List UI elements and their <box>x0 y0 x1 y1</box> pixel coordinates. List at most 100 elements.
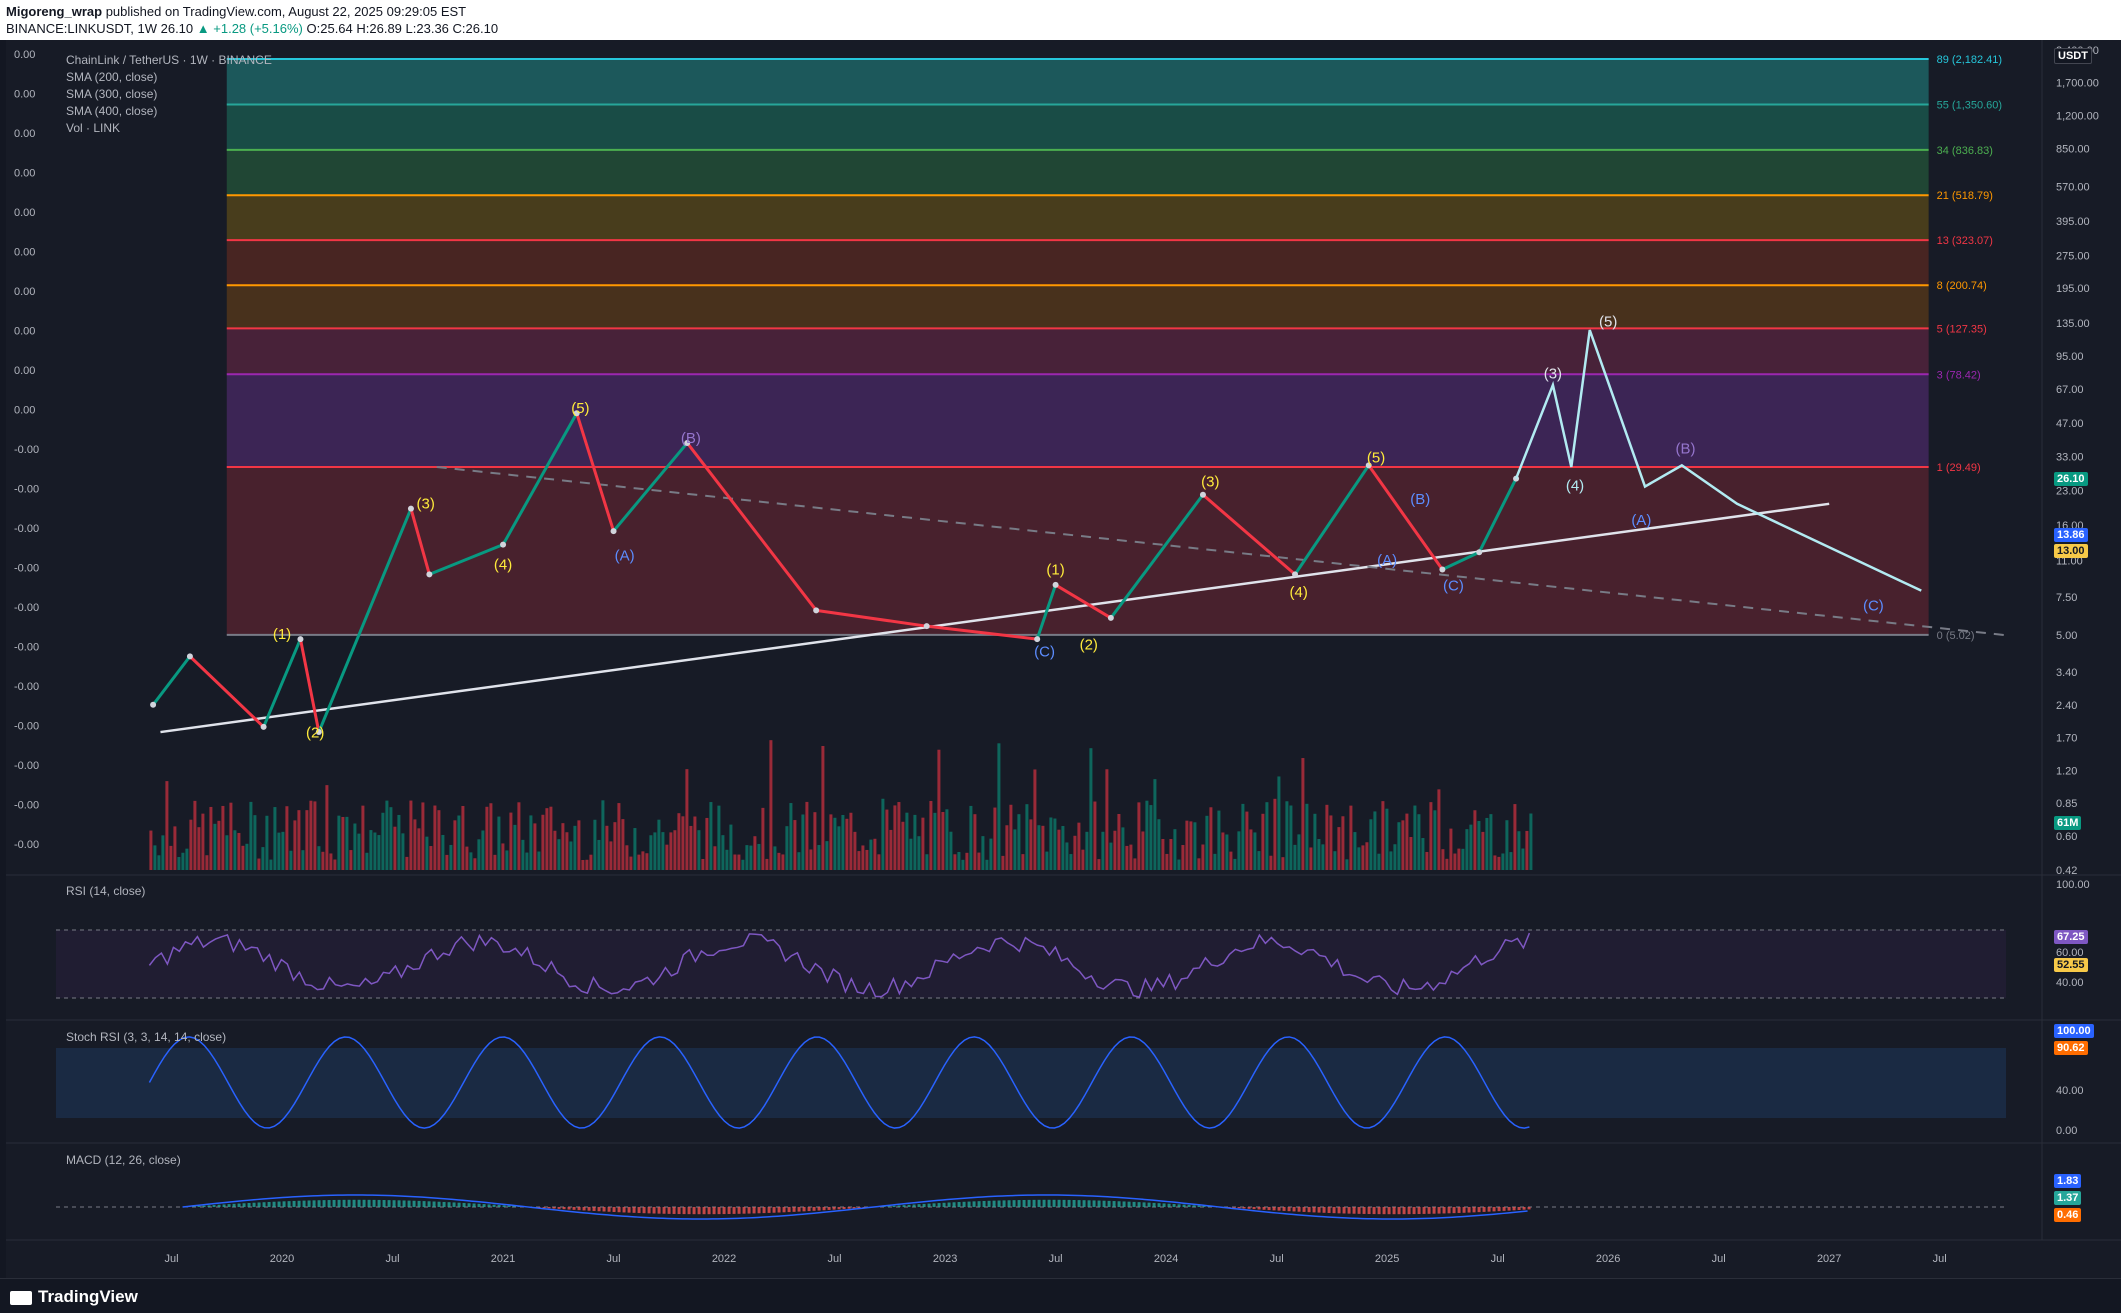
volume-bar <box>345 817 348 870</box>
author-name[interactable]: Migoreng_wrap <box>6 4 102 19</box>
volume-bar <box>1269 856 1272 870</box>
macd-hist-bar <box>198 1206 201 1207</box>
macd-hist-bar <box>1143 1202 1146 1207</box>
legend-volume[interactable]: Vol · LINK <box>66 120 272 137</box>
wave-label: (3) <box>1544 366 1562 383</box>
volume-bar <box>1197 858 1200 870</box>
macd-hist-bar <box>893 1206 896 1207</box>
price-tick: 395.00 <box>2056 216 2090 228</box>
price-point <box>1053 582 1059 588</box>
volume-bar <box>1377 854 1380 870</box>
currency-label[interactable]: USDT <box>2054 48 2092 64</box>
wave-label: (C) <box>1034 643 1055 660</box>
volume-bar <box>373 832 376 870</box>
volume-bar <box>801 814 804 870</box>
macd-pane-title[interactable]: MACD (12, 26, close) <box>66 1153 181 1167</box>
macd-hist-bar <box>698 1207 701 1214</box>
volume-bar <box>429 846 432 870</box>
footer-bar: TradingView <box>0 1278 2121 1313</box>
macd-hist-bar <box>1483 1207 1486 1212</box>
macd-hist-bar <box>1478 1207 1481 1212</box>
price-change: ▲ +1.28 (+5.16%) <box>197 21 303 36</box>
macd-hist-bar <box>1418 1207 1421 1214</box>
volume-bar <box>781 854 784 870</box>
macd-hist-bar <box>473 1204 476 1207</box>
macd-hist-bar <box>1443 1207 1446 1213</box>
macd-hist-bar <box>1073 1200 1076 1207</box>
volume-bar <box>1301 758 1304 870</box>
chart-area[interactable]: 89 (2,182.41)55 (1,350.60)34 (836.83)21 … <box>6 40 2121 1278</box>
volume-bar <box>1021 854 1024 870</box>
volume-bar <box>1497 857 1500 870</box>
rsi-tick: 40.00 <box>2056 977 2084 989</box>
wave-label: (1) <box>1046 561 1064 578</box>
volume-bar <box>197 827 200 870</box>
time-tick: 2022 <box>712 1253 736 1265</box>
macd-hist-bar <box>963 1202 966 1207</box>
macd-hist-bar <box>1283 1207 1286 1211</box>
volume-bar <box>1521 849 1524 870</box>
macd-hist-bar <box>1388 1207 1391 1214</box>
volume-bar <box>1221 832 1224 870</box>
legend-sma400[interactable]: SMA (400, close) <box>66 103 272 120</box>
volume-bar <box>933 813 936 870</box>
price-tick: 3.40 <box>2056 667 2077 679</box>
volume-bar <box>1305 804 1308 870</box>
macd-hist-bar <box>653 1207 656 1214</box>
macd-hist-bar <box>1028 1200 1031 1207</box>
macd-hist-bar <box>1198 1206 1201 1207</box>
rsi-ma-tag: 52.55 <box>2054 958 2088 972</box>
volume-bar <box>1445 859 1448 870</box>
volume-bar <box>301 850 304 870</box>
macd-hist-bar <box>283 1201 286 1207</box>
macd-hist-bar <box>1123 1201 1126 1207</box>
macd-hist-bar <box>413 1201 416 1207</box>
macd-hist-bar <box>1343 1207 1346 1213</box>
macd-hist-bar <box>833 1207 836 1210</box>
macd-hist-bar <box>353 1200 356 1207</box>
volume-bar <box>765 859 768 870</box>
macd-hist-bar <box>773 1207 776 1213</box>
price-point <box>1292 571 1298 577</box>
volume-bar <box>1101 832 1104 870</box>
macd-hist-bar <box>1053 1200 1056 1207</box>
volume-bar <box>709 802 712 870</box>
time-tick: 2020 <box>270 1253 294 1265</box>
chart-legend: ChainLink / TetherUS · 1W · BINANCE SMA … <box>66 52 272 137</box>
macd-hist-bar <box>333 1200 336 1207</box>
tradingview-logo[interactable]: TradingView <box>10 1287 138 1307</box>
volume-bar <box>1341 816 1344 870</box>
macd-hist-bar <box>628 1207 631 1213</box>
volume-bar <box>1285 801 1288 870</box>
macd-hist-bar <box>508 1206 511 1207</box>
macd-hist-bar <box>703 1207 706 1214</box>
legend-sma200[interactable]: SMA (200, close) <box>66 69 272 86</box>
macd-hist-bar <box>573 1207 576 1210</box>
chart-svg[interactable]: 89 (2,182.41)55 (1,350.60)34 (836.83)21 … <box>6 40 2121 1278</box>
volume-bar <box>577 820 580 870</box>
volume-bar <box>1493 855 1496 870</box>
macd-hist-bar <box>1248 1207 1251 1209</box>
macd-hist-bar <box>798 1207 801 1212</box>
stoch-pane-title[interactable]: Stoch RSI (3, 3, 14, 14, close) <box>66 1030 226 1044</box>
volume-bar <box>1465 829 1468 870</box>
macd-hist-bar <box>1383 1207 1386 1214</box>
volume-bar <box>1321 844 1324 870</box>
wave-label: (A) <box>1377 552 1397 569</box>
price-tick: 1.70 <box>2056 732 2077 744</box>
legend-title[interactable]: ChainLink / TetherUS · 1W · BINANCE <box>66 52 272 69</box>
macd-hist-bar <box>1408 1207 1411 1214</box>
fib-level-label: 21 (518.79) <box>1937 190 1993 202</box>
volume-bar <box>569 841 572 870</box>
volume-bar <box>1421 838 1424 870</box>
macd-hist-bar <box>1318 1207 1321 1213</box>
rsi-pane-title[interactable]: RSI (14, close) <box>66 884 145 898</box>
volume-bar <box>997 743 1000 870</box>
macd-hist-bar <box>468 1203 471 1207</box>
legend-sma300[interactable]: SMA (300, close) <box>66 86 272 103</box>
macd-hist-bar <box>398 1200 401 1207</box>
macd-hist-bar <box>493 1205 496 1207</box>
fib-level-label: 1 (29.49) <box>1937 462 1981 474</box>
price-point <box>408 506 414 512</box>
volume-bar <box>405 857 408 870</box>
